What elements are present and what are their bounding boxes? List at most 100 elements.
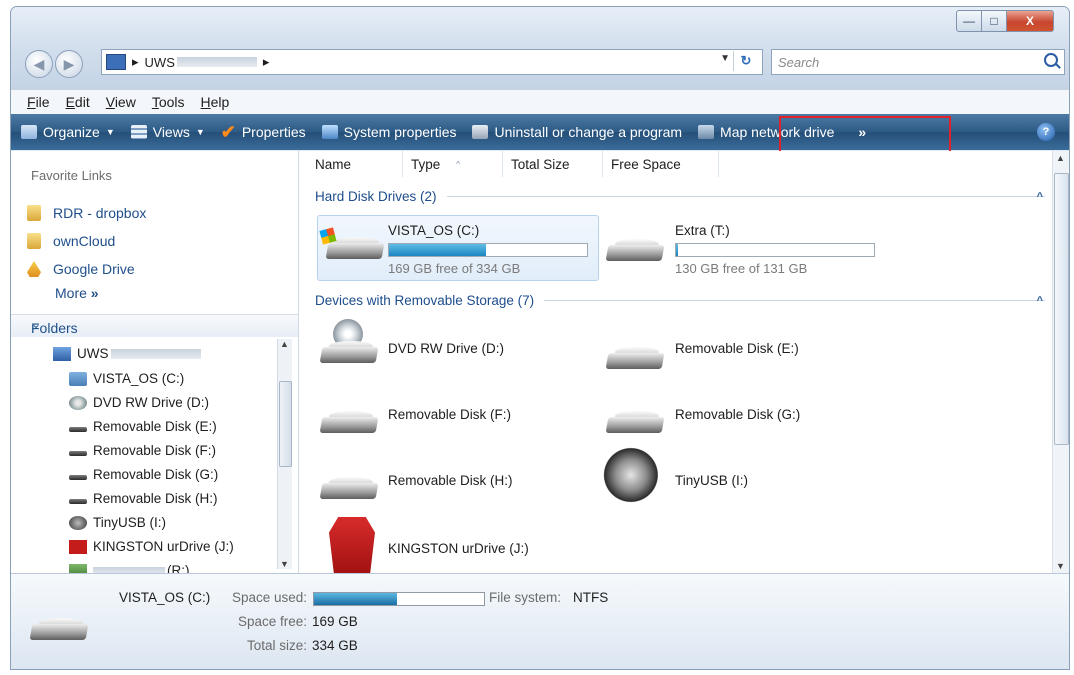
total-size-value: 334 GB [312, 638, 358, 653]
scroll-down-icon[interactable]: ▼ [1056, 561, 1065, 571]
tree-item-h-drive[interactable]: Removable Disk (H:) [69, 491, 218, 506]
address-bar[interactable]: ▸ UWS ▸ ▼ ↻ [101, 49, 763, 75]
group-removable-storage[interactable]: Devices with Removable Storage (7) [315, 293, 1045, 308]
menu-bar: File Edit View Tools Help [11, 89, 1069, 114]
column-name[interactable]: Name [307, 151, 403, 177]
tree-item-g-drive[interactable]: Removable Disk (G:) [69, 467, 218, 482]
drive-name[interactable]: TinyUSB (I:) [675, 473, 748, 488]
tree-item-e-drive[interactable]: Removable Disk (E:) [69, 419, 217, 434]
tree-item-label: KINGSTON urDrive (J:) [93, 539, 234, 554]
close-button[interactable]: X [1006, 10, 1054, 32]
tree-item-label: UWS [77, 346, 109, 361]
forward-arrow-icon: ▶ [63, 55, 75, 72]
favorite-link-google-drive[interactable]: Google Drive [27, 261, 135, 277]
back-button[interactable]: ◀ [25, 50, 53, 78]
removable-disk-icon [319, 473, 379, 503]
tree-item-f-drive[interactable]: Removable Disk (F:) [69, 443, 216, 458]
address-dropdown-icon[interactable]: ▼ [720, 53, 730, 64]
kingston-drive-icon [329, 517, 375, 579]
address-segment[interactable]: UWS [145, 55, 175, 70]
menu-edit[interactable]: Edit [66, 94, 90, 110]
column-total-size[interactable]: Total Size [503, 151, 603, 177]
refresh-icon: ↻ [740, 53, 752, 68]
folders-scrollbar[interactable]: ▲ ▼ [277, 339, 292, 569]
scroll-up-icon[interactable]: ▲ [1056, 153, 1065, 163]
explorer-window: — □ X ◀ ▶ ▸ UWS ▸ ▼ ↻ Search File Edit V… [10, 6, 1070, 670]
hard-drive-icon [605, 235, 665, 265]
menu-help[interactable]: Help [201, 94, 230, 110]
collapse-group-icon[interactable]: ^ [1037, 295, 1043, 307]
favorite-links-title: Favorite Links [31, 168, 112, 183]
tree-item-d-drive[interactable]: DVD RW Drive (D:) [69, 395, 209, 410]
folder-icon [27, 233, 41, 249]
drive-name[interactable]: Removable Disk (F:) [388, 407, 511, 422]
views-button[interactable]: Views ▼ [130, 124, 205, 140]
tree-item-i-drive[interactable]: TinyUSB (I:) [69, 515, 166, 530]
tree-item-j-drive[interactable]: KINGSTON urDrive (J:) [69, 539, 234, 554]
system-properties-button[interactable]: System properties [321, 124, 456, 140]
column-type[interactable]: Type ^ [403, 151, 503, 177]
organize-button[interactable]: Organize ▼ [21, 124, 115, 140]
tree-item-label: Removable Disk (G:) [93, 467, 219, 482]
tree-item-label: TinyUSB (I:) [93, 515, 167, 530]
dvd-drive-icon [69, 395, 87, 410]
refresh-button[interactable]: ↻ [733, 51, 758, 71]
group-label: Devices with Removable Storage (7) [315, 293, 535, 308]
drive-name[interactable]: Removable Disk (H:) [388, 473, 513, 488]
capacity-fill [676, 244, 678, 256]
scroll-up-icon[interactable]: ▲ [280, 339, 289, 349]
removable-disk-icon [69, 426, 87, 432]
help-button[interactable]: ? [1037, 123, 1055, 141]
organize-icon [21, 125, 37, 139]
group-hard-disk-drives[interactable]: Hard Disk Drives (2) [315, 189, 1045, 204]
drive-name[interactable]: DVD RW Drive (D:) [388, 341, 504, 356]
properties-button[interactable]: ✔ Properties [221, 122, 306, 143]
drive-name[interactable]: Extra (T:) [675, 223, 730, 238]
menu-view[interactable]: View [106, 94, 136, 110]
properties-label: Properties [241, 124, 306, 140]
tree-item-label: Removable Disk (H:) [93, 491, 218, 506]
uninstall-button[interactable]: Uninstall or change a program [472, 124, 682, 140]
drive-name[interactable]: KINGSTON urDrive (J:) [388, 541, 529, 556]
network-drive-icon [698, 125, 715, 139]
scroll-down-icon[interactable]: ▼ [280, 559, 289, 569]
folder-icon [27, 205, 41, 221]
maximize-button[interactable]: □ [981, 10, 1007, 32]
menu-tools[interactable]: Tools [152, 94, 185, 110]
tree-item-label: Removable Disk (E:) [93, 419, 217, 434]
address-separator-2[interactable]: ▸ [263, 54, 270, 70]
drive-name[interactable]: Removable Disk (E:) [675, 341, 799, 356]
favorite-link-owncloud[interactable]: ownCloud [27, 233, 115, 249]
help-icon: ? [1042, 126, 1050, 138]
scroll-thumb[interactable] [1054, 173, 1069, 445]
search-box[interactable]: Search [771, 49, 1065, 75]
tree-item-computer[interactable]: UWS [53, 346, 201, 361]
content-scrollbar[interactable]: ▲ ▼ [1052, 151, 1069, 573]
more-links-button[interactable]: More » [55, 285, 99, 301]
tree-item-c-drive[interactable]: VISTA_OS (C:) [69, 371, 184, 386]
address-separator-1[interactable]: ▸ [132, 54, 139, 70]
double-chevron-icon: » [90, 285, 99, 301]
column-free-space[interactable]: Free Space [603, 151, 719, 177]
drive-free-text: 130 GB free of 131 GB [675, 261, 808, 276]
favorite-link-label: ownCloud [53, 233, 116, 249]
chevron-down-icon[interactable]: ⌄ [31, 317, 288, 331]
search-input[interactable]: Search [778, 55, 819, 70]
menu-file[interactable]: File [27, 94, 50, 110]
more-label: More [55, 285, 87, 301]
favorite-link-dropbox[interactable]: RDR - dropbox [27, 205, 146, 221]
drive-name[interactable]: Removable Disk (G:) [675, 407, 800, 422]
collapse-group-icon[interactable]: ^ [1037, 191, 1043, 203]
forward-button[interactable]: ▶ [55, 50, 83, 78]
minimize-button[interactable]: — [956, 10, 982, 32]
uninstall-icon [472, 125, 489, 139]
total-size-label: Total size: [246, 638, 307, 653]
capacity-fill [389, 244, 487, 256]
folders-header[interactable]: Folders ⌄ [11, 314, 298, 337]
search-icon[interactable] [1044, 53, 1058, 67]
group-label: Hard Disk Drives (2) [315, 189, 437, 204]
organize-label: Organize [43, 124, 100, 140]
space-free-value: 169 GB [312, 614, 358, 629]
scroll-thumb[interactable] [279, 381, 292, 467]
details-pane: VISTA_OS (C:) Space used: File system: N… [11, 573, 1069, 669]
